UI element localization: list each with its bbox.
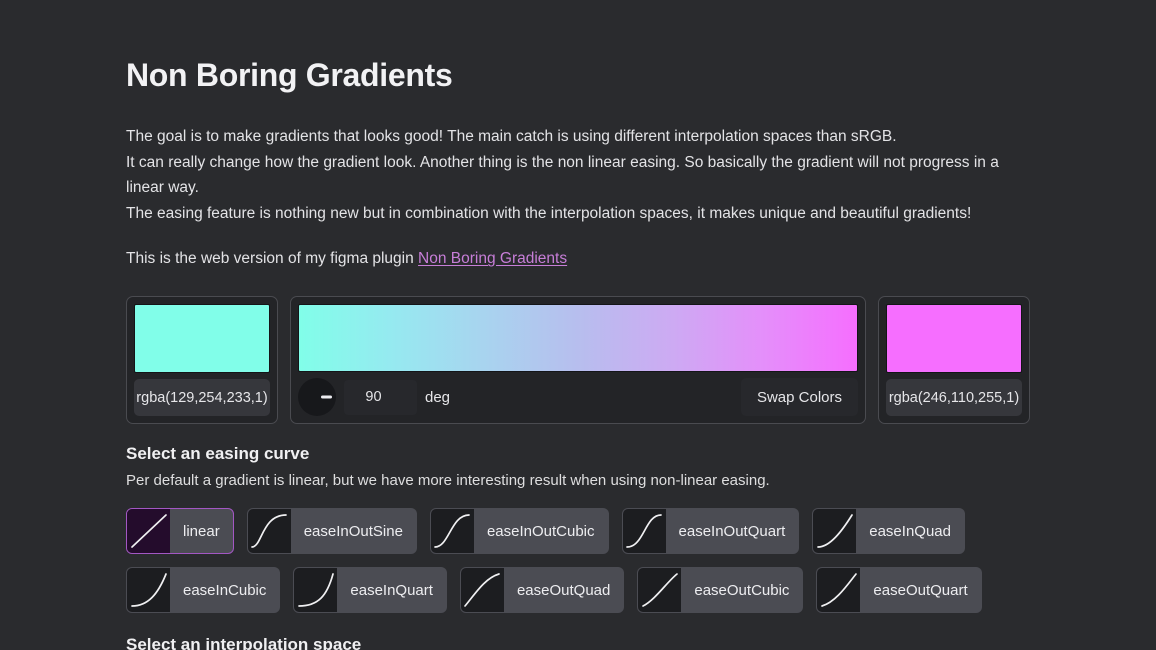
easing-options-grid: linear easeInOutSine easeInOutCubic easeInO… bbox=[126, 508, 986, 614]
easing-option-easeOutQuad[interactable]: easeOutQuad bbox=[459, 567, 625, 614]
swap-colors-button[interactable]: Swap Colors bbox=[740, 378, 858, 417]
easing-option-easeOutCubic[interactable]: easeOutCubic bbox=[637, 567, 804, 614]
easing-option-easeInOutQuart[interactable]: easeInOutQuart bbox=[621, 508, 800, 555]
easing-option-label: easeInOutQuart bbox=[678, 522, 786, 540]
interpolation-section: Select an interpolation space By default… bbox=[126, 633, 1030, 650]
intro-line-2: It can really change how the gradient lo… bbox=[126, 153, 999, 197]
easing-curve-icon bbox=[127, 509, 170, 554]
end-color-panel: rgba(246,110,255,1) bbox=[878, 296, 1030, 425]
easing-curve-icon bbox=[127, 568, 170, 613]
angle-unit-label: deg bbox=[425, 388, 451, 406]
intro-line-1: The goal is to make gradients that looks… bbox=[126, 128, 897, 145]
easing-option-label: easeInOutSine bbox=[303, 522, 403, 540]
plugin-link[interactable]: Non Boring Gradients bbox=[418, 250, 567, 267]
gradient-preview-panel: deg Swap Colors bbox=[290, 296, 866, 425]
easing-curve-icon bbox=[294, 568, 338, 613]
easing-option-label: easeInQuad bbox=[869, 522, 951, 540]
plugin-credit-line: This is the web version of my figma plug… bbox=[126, 247, 1030, 271]
easing-option-easeOutQuart[interactable]: easeOutQuart bbox=[816, 567, 982, 614]
plugin-credit-prefix: This is the web version of my figma plug… bbox=[126, 250, 419, 268]
intro-paragraphs: The goal is to make gradients that looks… bbox=[126, 124, 1030, 226]
easing-option-easeInCubic[interactable]: easeInCubic bbox=[126, 567, 281, 614]
start-color-panel: rgba(129,254,233,1) bbox=[126, 296, 278, 425]
easing-option-label: easeOutQuad bbox=[516, 581, 611, 599]
easing-option-easeInQuad[interactable]: easeInQuad bbox=[812, 508, 965, 555]
end-color-value[interactable]: rgba(246,110,255,1) bbox=[886, 378, 1022, 417]
easing-option-label: easeOutQuart bbox=[873, 581, 968, 599]
easing-option-easeInQuart[interactable]: easeInQuart bbox=[293, 567, 447, 614]
interpolation-section-title: Select an interpolation space bbox=[126, 635, 362, 650]
easing-option-label: easeInQuart bbox=[350, 581, 433, 599]
easing-option-label: easeInCubic bbox=[183, 581, 267, 599]
easing-option-label: easeOutCubic bbox=[694, 581, 790, 599]
easing-option-linear[interactable]: linear bbox=[126, 508, 234, 555]
easing-curve-icon bbox=[460, 568, 504, 613]
gradient-editor: rgba(129,254,233,1) deg Swap Colors rgba… bbox=[126, 296, 1030, 425]
end-color-swatch[interactable] bbox=[886, 304, 1022, 373]
app-page: Non Boring Gradients The goal is to make… bbox=[0, 0, 1156, 650]
easing-option-label: linear bbox=[183, 522, 220, 540]
easing-option-label: easeInOutCubic bbox=[486, 522, 595, 540]
easing-section-description: Per default a gradient is linear, but we… bbox=[126, 472, 770, 490]
easing-option-easeInOutCubic[interactable]: easeInOutCubic bbox=[429, 508, 609, 555]
easing-section-title: Select an easing curve bbox=[126, 444, 310, 464]
content-column: Non Boring Gradients The goal is to make… bbox=[126, 0, 1030, 650]
easing-curve-icon bbox=[430, 509, 474, 554]
gradient-controls: deg Swap Colors bbox=[298, 378, 858, 417]
start-color-value[interactable]: rgba(129,254,233,1) bbox=[134, 378, 270, 417]
gradient-preview-bar bbox=[298, 304, 858, 373]
start-color-swatch[interactable] bbox=[134, 304, 270, 373]
easing-option-easeInOutSine[interactable]: easeInOutSine bbox=[246, 508, 417, 555]
easing-curve-icon bbox=[247, 509, 291, 554]
easing-curve-icon bbox=[622, 509, 666, 554]
easing-curve-icon bbox=[638, 568, 682, 613]
easing-curve-icon bbox=[817, 568, 861, 613]
easing-curve-icon bbox=[813, 509, 857, 554]
page-title: Non Boring Gradients bbox=[126, 57, 453, 93]
angle-knob[interactable] bbox=[298, 378, 336, 417]
intro-line-3: The easing feature is nothing new but in… bbox=[126, 204, 972, 222]
angle-input[interactable] bbox=[344, 379, 417, 415]
